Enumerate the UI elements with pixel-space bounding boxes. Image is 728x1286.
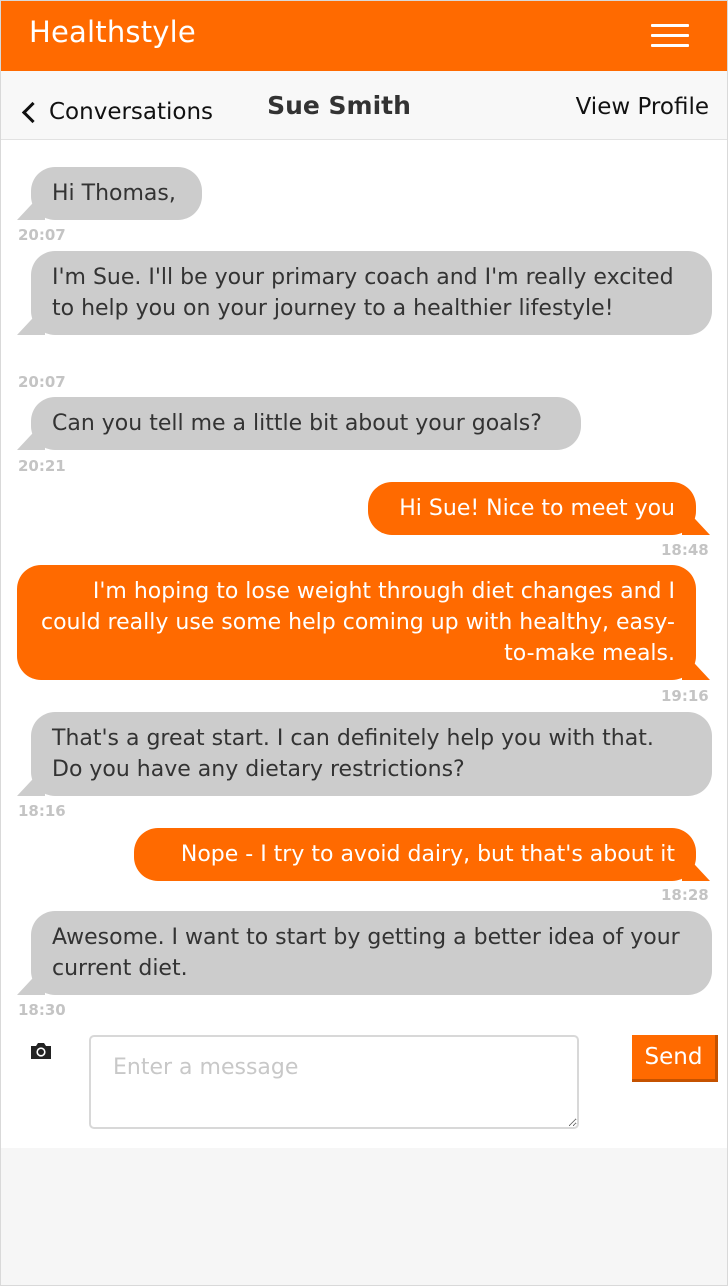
- message-bubble: That's a great start. I can definitely h…: [17, 712, 712, 796]
- brand-logo[interactable]: Healthstyle: [29, 15, 196, 49]
- camera-icon[interactable]: [29, 1041, 53, 1061]
- message-text: Nope - I try to avoid dairy, but that's …: [180, 842, 675, 867]
- message-time: 20:21: [18, 457, 66, 475]
- message-text: That's a great start. I can definitely h…: [52, 726, 654, 782]
- message-bubble: I'm Sue. I'll be your primary coach and …: [17, 251, 712, 335]
- message-text: I'm Sue. I'll be your primary coach and …: [52, 265, 674, 321]
- message-text: Hi Thomas,: [52, 181, 176, 206]
- message-outgoing: Hi Sue! Nice to meet you: [368, 482, 710, 535]
- message-text: Hi Sue! Nice to meet you: [399, 496, 675, 521]
- message-incoming: Can you tell me a little bit about your …: [17, 397, 581, 450]
- hamburger-menu-icon[interactable]: [651, 23, 689, 49]
- message-text: I'm hoping to lose weight through diet c…: [40, 579, 675, 666]
- message-outgoing: Nope - I try to avoid dairy, but that's …: [134, 828, 710, 881]
- send-button[interactable]: Send: [632, 1035, 718, 1082]
- message-outgoing: I'm hoping to lose weight through diet c…: [17, 565, 710, 680]
- message-input[interactable]: [89, 1035, 579, 1129]
- message-bubble: Awesome. I want to start by getting a be…: [17, 911, 712, 995]
- message-bubble: I'm hoping to lose weight through diet c…: [17, 565, 710, 680]
- message-incoming: Awesome. I want to start by getting a be…: [17, 911, 712, 995]
- top-app-bar: Healthstyle: [1, 1, 727, 71]
- message-incoming: That's a great start. I can definitely h…: [17, 712, 712, 796]
- message-incoming: Hi Thomas,: [17, 167, 202, 220]
- message-time: 20:07: [18, 373, 66, 391]
- message-time: 18:30: [18, 1001, 66, 1019]
- message-bubble: Hi Thomas,: [17, 167, 202, 220]
- message-time: 18:16: [18, 802, 66, 820]
- message-text: Awesome. I want to start by getting a be…: [52, 925, 680, 981]
- message-list[interactable]: Hi Thomas, 20:07 I'm Sue. I'll be your p…: [1, 140, 727, 1148]
- conversation-header: Conversations Sue Smith View Profile: [1, 71, 727, 140]
- message-bubble: Nope - I try to avoid dairy, but that's …: [134, 828, 710, 881]
- message-time: 18:48: [661, 541, 709, 559]
- message-time: 20:07: [18, 226, 66, 244]
- message-time: 19:16: [661, 687, 709, 705]
- message-incoming: I'm Sue. I'll be your primary coach and …: [17, 251, 712, 335]
- message-text: Can you tell me a little bit about your …: [52, 411, 542, 436]
- message-bubble: Can you tell me a little bit about your …: [17, 397, 581, 450]
- view-profile-link[interactable]: View Profile: [576, 94, 709, 120]
- message-time: 18:28: [661, 886, 709, 904]
- app-frame: Healthstyle Conversations Sue Smith View…: [0, 0, 728, 1286]
- message-bubble: Hi Sue! Nice to meet you: [368, 482, 710, 535]
